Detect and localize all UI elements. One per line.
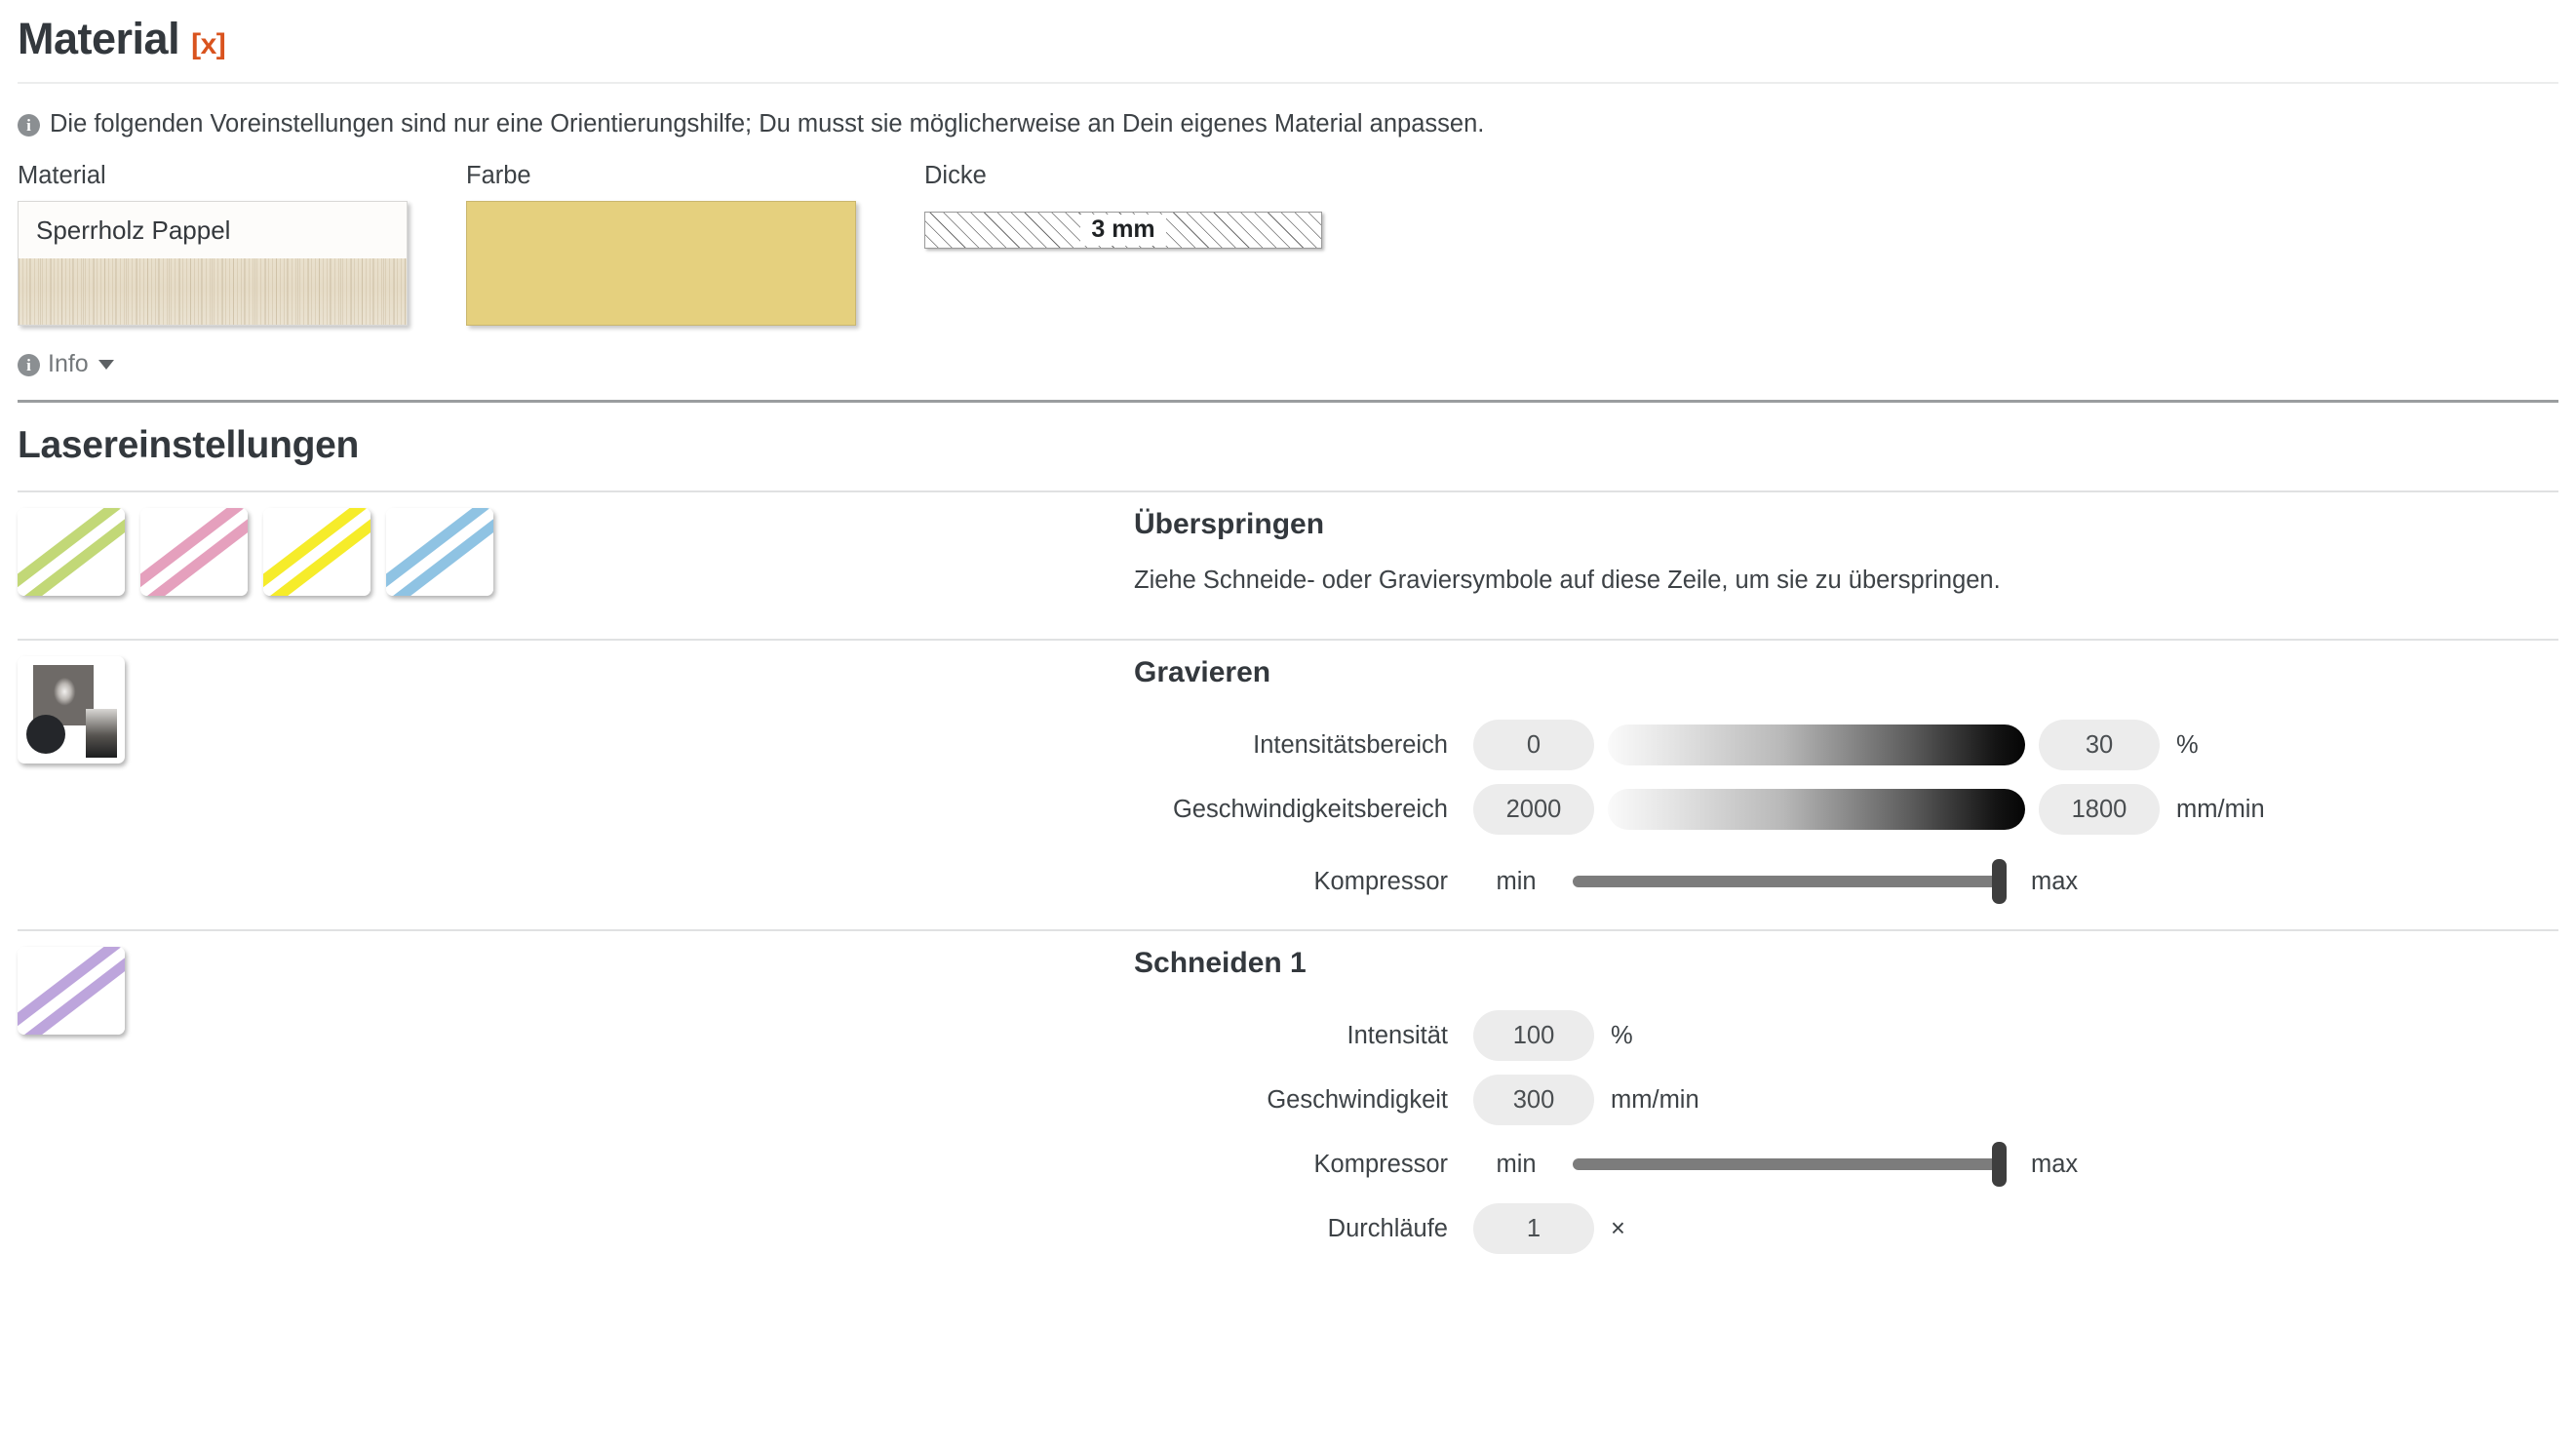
info-disclosure-toggle[interactable]: i Info	[18, 326, 164, 400]
geschwindigkeitsbereich-unit: mm/min	[2176, 795, 2265, 823]
info-circle-icon: i	[18, 114, 40, 137]
geschwindigkeit-input[interactable]	[1473, 1075, 1594, 1125]
material-swatch-card[interactable]: Sperrholz Pappel	[18, 201, 408, 326]
param-intensitaet: Intensität %	[1134, 1003, 2558, 1068]
gravieren-body: Gravieren Intensitätsbereich % Geschwind…	[1134, 641, 2558, 929]
kompressor-schneiden-label: Kompressor	[1313, 1150, 1448, 1178]
schneiden-1-body: Schneiden 1 Intensität % Geschwindigkeit…	[1134, 931, 2558, 1261]
intensitaetsbereich-from-input[interactable]	[1473, 720, 1594, 770]
preset-notice: i Die folgenden Voreinstellungen sind nu…	[18, 84, 2558, 162]
kompressor-schneiden-slider[interactable]	[1573, 1142, 2007, 1187]
gradient-rect-icon	[86, 709, 117, 758]
kompressor-gravieren-slider-wrap: min max	[1473, 859, 2079, 904]
farbe-label: Farbe	[466, 162, 531, 189]
farbe-field: Farbe	[466, 162, 924, 326]
chevron-down-icon	[98, 359, 114, 370]
param-geschwindigkeitsbereich: Geschwindigkeitsbereich mm/min	[1134, 777, 2558, 842]
ueberspringen-tiles	[18, 492, 1134, 596]
stripe-tile-green[interactable]	[18, 508, 125, 596]
durchlaeufe-label: Durchläufe	[1327, 1214, 1448, 1242]
row-ueberspringen[interactable]: Überspringen Ziehe Schneide- oder Gravie…	[18, 492, 2558, 639]
dicke-selector[interactable]: 3 mm	[924, 212, 1322, 249]
ueberspringen-body: Überspringen Ziehe Schneide- oder Gravie…	[1134, 492, 2558, 595]
page-title: Material [x]	[18, 0, 2558, 82]
stripe-tile-yellow[interactable]	[263, 508, 371, 596]
material-field: Material Sperrholz Pappel	[18, 162, 466, 326]
geschwindigkeitsbereich-label: Geschwindigkeitsbereich	[1172, 795, 1448, 823]
durchlaeufe-input[interactable]	[1473, 1203, 1594, 1254]
geschwindigkeitsbereich-gradient-slider[interactable]	[1608, 789, 2025, 830]
kompressor-gravieren-label: Kompressor	[1313, 867, 1448, 895]
material-label: Material	[18, 162, 106, 189]
geschwindigkeitsbereich-to-input[interactable]	[2039, 784, 2160, 835]
yellow-stripes-icon	[263, 508, 371, 596]
kompressor-schneiden-slider-wrap: min max	[1473, 1142, 2079, 1187]
schneiden-1-title: Schneiden 1	[1134, 947, 1307, 979]
black-circle-icon	[26, 715, 65, 754]
material-fields-row: Material Sperrholz Pappel Farbe Dicke 3 …	[18, 162, 2558, 326]
ueberspringen-title: Überspringen	[1134, 508, 1325, 540]
kompressor-gravieren-slider[interactable]	[1573, 859, 2007, 904]
kompressor-schneiden-min-label: min	[1496, 1150, 1537, 1178]
kompressor-gravieren-min-label: min	[1496, 867, 1537, 895]
dicke-value: 3 mm	[1080, 215, 1166, 246]
row-schneiden-1[interactable]: Schneiden 1 Intensität % Geschwindigkeit…	[18, 931, 2558, 1261]
ueberspringen-description: Ziehe Schneide- oder Graviersymbole auf …	[1134, 567, 2001, 594]
kompressor-gravieren-slider-thumb[interactable]	[1992, 859, 2007, 904]
geschwindigkeit-label: Geschwindigkeit	[1267, 1085, 1448, 1114]
dicke-field: Dicke 3 mm	[924, 162, 1470, 249]
laser-settings-title: Lasereinstellungen	[18, 424, 360, 466]
material-wood-texture	[19, 258, 407, 325]
stripe-tile-blue[interactable]	[386, 508, 493, 596]
stripe-tile-purple[interactable]	[18, 947, 125, 1035]
preset-notice-text: Die folgenden Voreinstellungen sind nur …	[50, 110, 1485, 137]
dicke-label: Dicke	[924, 162, 987, 189]
param-durchlaeufe: Durchläufe ×	[1134, 1196, 2558, 1261]
row-gravieren[interactable]: Gravieren Intensitätsbereich % Geschwind…	[18, 641, 2558, 929]
farbe-color-swatch[interactable]	[466, 201, 856, 326]
intensitaet-unit: %	[1611, 1021, 1633, 1049]
geschwindigkeit-unit: mm/min	[1611, 1085, 1699, 1114]
pink-stripes-icon	[140, 508, 248, 596]
kompressor-schneiden-slider-thumb[interactable]	[1992, 1142, 2007, 1187]
kompressor-gravieren-max-label: max	[2031, 867, 2079, 895]
param-kompressor-gravieren: Kompressor min max	[1134, 849, 2558, 914]
page-title-text: Material	[18, 14, 180, 63]
intensitaetsbereich-label: Intensitätsbereich	[1253, 730, 1448, 759]
intensitaet-input[interactable]	[1473, 1010, 1594, 1061]
info-toggle-label: Info	[48, 350, 89, 377]
intensitaet-label: Intensität	[1347, 1021, 1448, 1049]
kompressor-schneiden-max-label: max	[2031, 1150, 2079, 1178]
material-name: Sperrholz Pappel	[36, 215, 231, 245]
geschwindigkeitsbereich-from-input[interactable]	[1473, 784, 1594, 835]
param-geschwindigkeit: Geschwindigkeit mm/min	[1134, 1068, 2558, 1132]
intensitaetsbereich-unit: %	[2176, 730, 2199, 759]
material-settings-page: Material [x] i Die folgenden Voreinstell…	[0, 0, 2576, 1261]
stripe-tile-pink[interactable]	[140, 508, 248, 596]
gravieren-title: Gravieren	[1134, 656, 1271, 688]
param-intensitaetsbereich: Intensitätsbereich %	[1134, 713, 2558, 777]
info-circle-icon-small: i	[18, 354, 40, 376]
intensitaetsbereich-gradient-slider[interactable]	[1608, 724, 2025, 765]
intensitaetsbereich-to-input[interactable]	[2039, 720, 2160, 770]
blue-stripes-icon	[386, 508, 493, 596]
close-material-link[interactable]: [x]	[191, 28, 226, 61]
durchlaeufe-unit: ×	[1611, 1214, 1625, 1242]
param-kompressor-schneiden: Kompressor min max	[1134, 1132, 2558, 1196]
purple-stripes-icon	[18, 947, 125, 1035]
schneiden-1-tiles	[18, 931, 1134, 1035]
green-stripes-icon	[18, 508, 125, 596]
engrave-thumbnail-tile[interactable]	[18, 656, 125, 764]
gravieren-tiles	[18, 641, 1134, 764]
